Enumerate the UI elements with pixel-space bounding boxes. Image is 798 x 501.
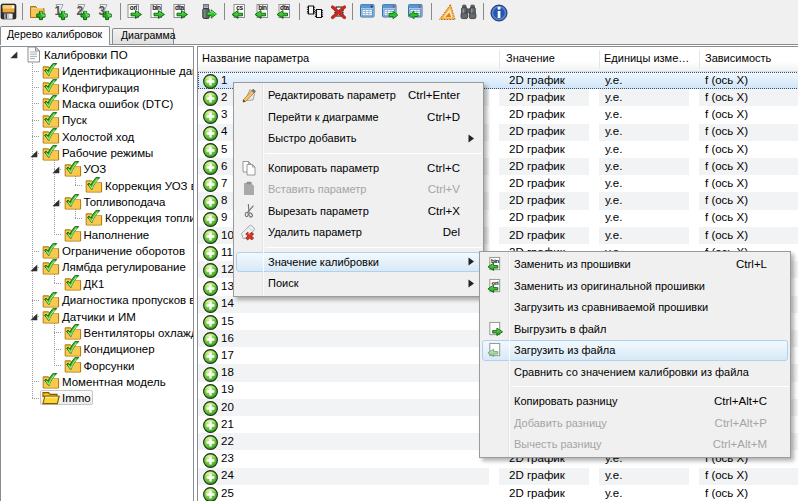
svg-text:dta: dta [280, 4, 289, 11]
svg-text:bin: bin [258, 4, 267, 11]
svg-text:cs: cs [236, 4, 243, 11]
svg-text:bin: bin [490, 257, 499, 264]
svg-text:ori: ori [491, 279, 498, 286]
